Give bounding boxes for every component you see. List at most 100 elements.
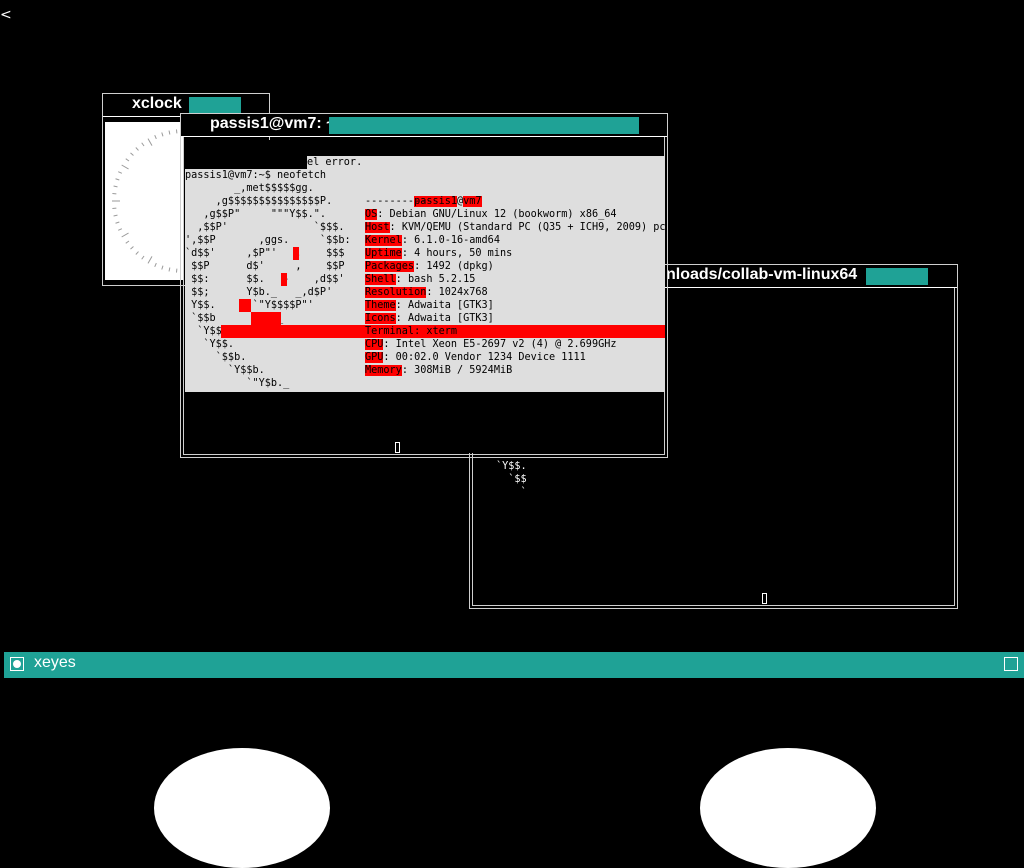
clock-tick bbox=[169, 131, 170, 135]
titlebar-grip[interactable] bbox=[866, 268, 928, 285]
ascii-line: ,g$$P" """Y$$.". bbox=[185, 208, 326, 221]
ascii-line: ` bbox=[496, 487, 527, 498]
close-icon[interactable]: < bbox=[0, 8, 12, 22]
ascii-line: ,g$$$$$$$$$$$$$$$P. bbox=[185, 195, 332, 208]
neofetch-value: : 6.1.0-16-amd64 bbox=[402, 235, 500, 246]
right-eye bbox=[700, 748, 876, 868]
neofetch-value: : Intel Xeon E5-2697 v2 (4) @ 2.699GHz bbox=[383, 339, 616, 350]
clock-tick bbox=[126, 241, 129, 243]
clock-tick bbox=[142, 143, 144, 146]
neofetch-key: Kernel bbox=[365, 235, 402, 246]
neofetch-host: vm7 bbox=[463, 196, 481, 207]
terminal-cursor bbox=[395, 442, 400, 453]
ascii-line: $$; Y$b._ _,d$P' bbox=[185, 286, 332, 299]
terminal-screen: el error. passis1@vm7:~$ neofetch _,met$… bbox=[185, 156, 665, 392]
neofetch-key: Terminal bbox=[365, 326, 414, 337]
neofetch-value: : Adwaita [GTK3] bbox=[396, 313, 494, 324]
clock-tick bbox=[162, 266, 163, 270]
maximize-icon[interactable] bbox=[1004, 657, 1018, 671]
neofetch-value: : xterm bbox=[414, 326, 457, 337]
xterm-window-main[interactable]: passis1@vm7: ~ el error. passis1@vm7:~$ … bbox=[180, 113, 668, 458]
neofetch-key: Host bbox=[365, 222, 390, 233]
window-title: xeyes bbox=[34, 654, 76, 672]
clock-tick bbox=[148, 256, 152, 263]
window-title: nloads/collab-vm-linux64 bbox=[666, 266, 857, 284]
neofetch-info-row: Shell: bash 5.2.15 bbox=[365, 273, 475, 286]
ascii-line: _,met$$$$$gg. bbox=[185, 182, 314, 195]
clock-tick bbox=[116, 222, 120, 223]
neofetch-key: CPU bbox=[365, 339, 383, 350]
neofetch-value: : KVM/QEMU (Standard PC (Q35 + ICH9, 200… bbox=[390, 222, 665, 233]
neofetch-key: Packages bbox=[365, 261, 414, 272]
terminal-cursor bbox=[762, 593, 767, 604]
neofetch-info-row: Terminal: xterm bbox=[365, 325, 457, 338]
clock-tick bbox=[116, 179, 120, 180]
window-title: passis1@vm7: ~ bbox=[210, 115, 335, 133]
neofetch-info-row: Resolution: 1024x768 bbox=[365, 286, 488, 299]
clock-face bbox=[105, 122, 184, 280]
titlebar-grip[interactable] bbox=[329, 117, 639, 134]
ascii-line: `Y$$ bbox=[185, 325, 222, 338]
neofetch-info-row: Theme: Adwaita [GTK3] bbox=[365, 299, 494, 312]
xeyes-titlebar[interactable]: xeyes bbox=[4, 652, 1024, 678]
neofetch-key: Theme bbox=[365, 300, 396, 311]
xeyes-window[interactable]: xeyes bbox=[4, 652, 1024, 768]
neofetch-info-row: Icons: Adwaita [GTK3] bbox=[365, 312, 494, 325]
neofetch-separator: ----------- bbox=[365, 195, 432, 208]
neofetch-key: Uptime bbox=[365, 248, 402, 259]
ascii-line: `"Y$b._ bbox=[185, 377, 289, 390]
neofetch-value: : 4 hours, 50 mins bbox=[402, 248, 512, 259]
clock-dial-icon bbox=[105, 122, 184, 280]
ascii-line: ',$$P ,ggs. `$$b: bbox=[185, 234, 351, 247]
neofetch-value: : Debian GNU/Linux 12 (bookworm) x86_64 bbox=[377, 209, 616, 220]
neofetch-info-row: Host: KVM/QEMU (Standard PC (Q35 + ICH9,… bbox=[365, 221, 665, 234]
neofetch-key: GPU bbox=[365, 352, 383, 363]
neofetch-info-row: Kernel: 6.1.0-16-amd64 bbox=[365, 234, 500, 247]
clock-tick bbox=[169, 268, 170, 272]
clock-tick bbox=[130, 247, 133, 250]
neofetch-key: OS bbox=[365, 209, 377, 220]
xterm-main-titlebar[interactable]: passis1@vm7: ~ bbox=[181, 114, 667, 137]
clock-tick bbox=[126, 159, 129, 161]
clock-tick bbox=[148, 139, 152, 146]
ascii-line: `d$$' ,$P"' . $$$ bbox=[185, 247, 344, 260]
clock-tick bbox=[162, 133, 163, 137]
ascii-line: $$: $$. - ,d$$' bbox=[185, 273, 344, 286]
ascii-line: `Y$$b. bbox=[185, 364, 265, 377]
left-eye bbox=[154, 748, 330, 868]
ascii-line: `Y$$. bbox=[185, 338, 234, 351]
neofetch-info-row: CPU: Intel Xeon E5-2697 v2 (4) @ 2.699GH… bbox=[365, 338, 616, 351]
ascii-line: `Y$$. bbox=[496, 461, 527, 472]
clock-tick bbox=[122, 165, 129, 169]
titlebar-grip[interactable] bbox=[189, 97, 241, 114]
neofetch-info-row: GPU: 00:02.0 Vendor 1234 Device 1111 bbox=[365, 351, 586, 364]
window-menu-icon[interactable] bbox=[10, 657, 24, 671]
neofetch-info-row: Packages: 1492 (dpkg) bbox=[365, 260, 494, 273]
neofetch-info-row: Uptime: 4 hours, 50 mins bbox=[365, 247, 512, 260]
clock-tick bbox=[122, 233, 129, 237]
clock-tick bbox=[114, 186, 118, 187]
neofetch-value: : 308MiB / 5924MiB bbox=[402, 365, 512, 376]
terminal-body[interactable]: el error. passis1@vm7:~$ neofetch _,met$… bbox=[185, 140, 663, 453]
clock-tick bbox=[142, 256, 144, 259]
neofetch-value: : 1024x768 bbox=[426, 287, 487, 298]
clock-tick bbox=[136, 147, 139, 150]
ascii-line: `$$b. bbox=[185, 351, 246, 364]
ascii-line: `$$ bbox=[496, 474, 527, 485]
clock-tick bbox=[130, 153, 133, 156]
neofetch-info-row: Memory: 308MiB / 5924MiB bbox=[365, 364, 512, 377]
clock-tick bbox=[155, 135, 157, 139]
window-title: xclock bbox=[132, 95, 182, 113]
neofetch-value: : bash 5.2.15 bbox=[396, 274, 476, 285]
neofetch-value: : 1492 (dpkg) bbox=[414, 261, 494, 272]
terminal-prompt-line: passis1@vm7:~$ neofetch bbox=[185, 169, 326, 182]
neofetch-value: : 00:02.0 Vendor 1234 Device 1111 bbox=[383, 352, 585, 363]
clock-tick bbox=[118, 229, 122, 231]
neofetch-key: Icons bbox=[365, 313, 396, 324]
clock-tick bbox=[155, 263, 157, 267]
neofetch-info-row: OS: Debian GNU/Linux 12 (bookworm) x86_6… bbox=[365, 208, 616, 221]
neofetch-key: Shell bbox=[365, 274, 396, 285]
ascii-line: $$P d$' , $$P bbox=[185, 260, 344, 273]
neofetch-key: Resolution bbox=[365, 287, 426, 298]
ascii-line: ,$$P' `$$$. bbox=[185, 221, 344, 234]
